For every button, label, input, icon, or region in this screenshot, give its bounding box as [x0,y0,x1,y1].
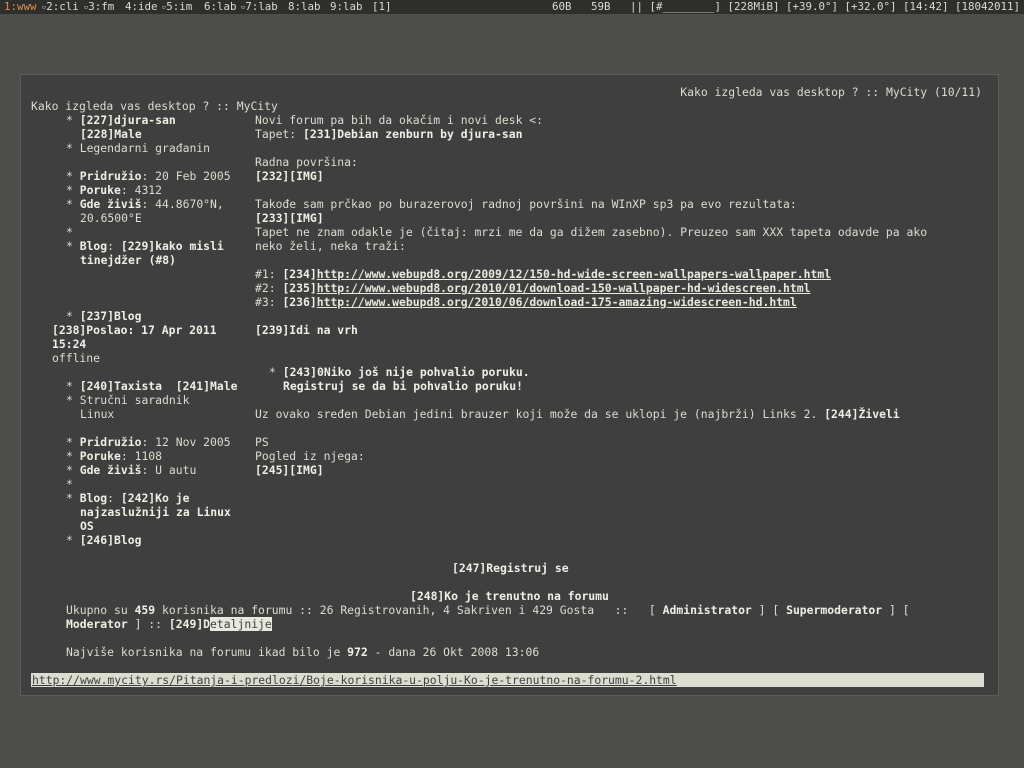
workspace-2[interactable]: ▫2:cli [42,0,79,14]
post1-desktop-label: Radna površina: [255,155,358,169]
post1-line1: Novi forum pa bih da okačim i novi desk … [255,113,544,127]
online-summary-line2[interactable]: Moderator ] :: [249]Detaljnije [66,617,272,631]
post2-img[interactable]: [245][IMG] [255,463,324,477]
status-bar: 1:www ▫2:cli ▫3:fm 4:ide ▫5:im 6:lab ▫7:… [0,0,1024,14]
post1-empty-bullet: * [66,225,73,239]
post2-blog-line3[interactable]: OS [80,519,94,533]
post2-joined: * Pridružio: 12 Nov 2005 [66,435,231,449]
post2-line1[interactable]: Uz ovako sređen Debian jedini brauzer ko… [255,407,900,421]
post2-rank-line2: Linux [80,407,115,421]
workspace-3[interactable]: ▫3:fm [84,0,114,14]
post1-line7: Tapet ne znam odakle je (čitaj: mrzi me … [255,225,928,239]
post2-blog[interactable]: * Blog: [242]Ko je [66,491,189,505]
document-title: Kako izgleda vas desktop ? :: MyCity [31,99,278,113]
post1-url3[interactable]: #3: [236]http://www.webupd8.org/2010/06/… [255,295,797,309]
post1-joined: * Pridružio: 20 Feb 2005 [66,169,231,183]
post1-sent: [238]Poslao: 17 Apr 2011 [52,323,217,337]
post1-img1[interactable]: [232][IMG] [255,169,324,183]
link-status-bar: http://www.mycity.rs/Pitanja-i-predlozi/… [31,673,984,687]
layout-indicator[interactable]: [1] [372,0,392,14]
post2-rank: * Stručni saradnik [66,393,190,407]
workspace-8[interactable]: 8:lab [288,0,321,14]
post1-url2[interactable]: #2: [235]http://www.webupd8.org/2010/01/… [255,281,811,295]
workspace-1[interactable]: 1:www [4,0,37,14]
system-status: 60B 59B || [#________] [228MiB] [+39.0°]… [551,0,1020,13]
post2-view-label: Pogled iz njega: [255,449,365,463]
page-title: Kako izgleda vas desktop ? :: MyCity (10… [680,85,982,99]
post1-gender[interactable]: [228]Male [80,127,142,141]
post2-blog2[interactable]: * [246]Blog [66,533,141,547]
post2-posts: * Poruke: 1108 [66,449,163,463]
post1-sent-time: 15:24 [52,337,87,351]
post1-blog2[interactable]: * [237]Blog [66,309,141,323]
workspace-5[interactable]: ▫5:im [162,0,192,14]
post1-img2[interactable]: [233][IMG] [255,211,324,225]
post1-blog[interactable]: * Blog: [229]kako misli [66,239,224,253]
post2-blog-line2[interactable]: najzaslužniji za Linux [80,505,231,519]
post1-author[interactable]: * [227]djura-san [66,113,176,127]
record-users: Najviše korisnika na forumu ikad bilo je… [66,645,540,659]
post1-posts: * Poruke: 4312 [66,183,163,197]
post1-line5: Takođe sam prčkao po burazerovoj radnoj … [255,197,797,211]
who-online-link[interactable]: [248]Ko je trenutno na forumu [410,589,609,603]
post1-blog-line2[interactable]: tinejdžer (#8) [80,253,176,267]
post1-line8: neko želi, neka traži: [255,239,406,253]
browser-window: Kako izgleda vas desktop ? :: MyCity (10… [20,74,999,696]
post1-location: * Gde živiš: 44.8670°N, [66,197,224,211]
back-to-top-link[interactable]: [239]Idi na vrh [255,323,358,337]
workspace-7[interactable]: ▫7:lab [241,0,278,14]
post1-status: offline [52,351,101,365]
post1-register-praise[interactable]: Registruj se da bi pohvalio poruku! [283,379,523,393]
post1-location-line2: 20.6500°E [80,211,142,225]
post2-location: * Gde živiš: U autu [66,463,197,477]
workspace-6[interactable]: 6:lab [204,0,237,14]
workspace-4[interactable]: 4:ide [125,0,158,14]
online-summary: Ukupno su 459 korisnika na forumu :: 26 … [66,603,910,617]
post1-wallpaper[interactable]: Tapet: [231]Debian zenburn by djura-san [255,127,522,141]
register-link[interactable]: [247]Registruj se [452,561,569,575]
post1-url1[interactable]: #1: [234]http://www.webupd8.org/2009/12/… [255,267,831,281]
post2-ps: PS [255,435,269,449]
post2-empty-bullet: * [66,477,73,491]
post1-no-praise[interactable]: * [243]0Niko još nije pohvalio poruku. [269,365,530,379]
post2-author[interactable]: * [240]Taxista [241]Male [66,379,237,393]
post1-rank: * Legendarni građanin [66,141,211,155]
workspace-9[interactable]: 9:lab [330,0,363,14]
